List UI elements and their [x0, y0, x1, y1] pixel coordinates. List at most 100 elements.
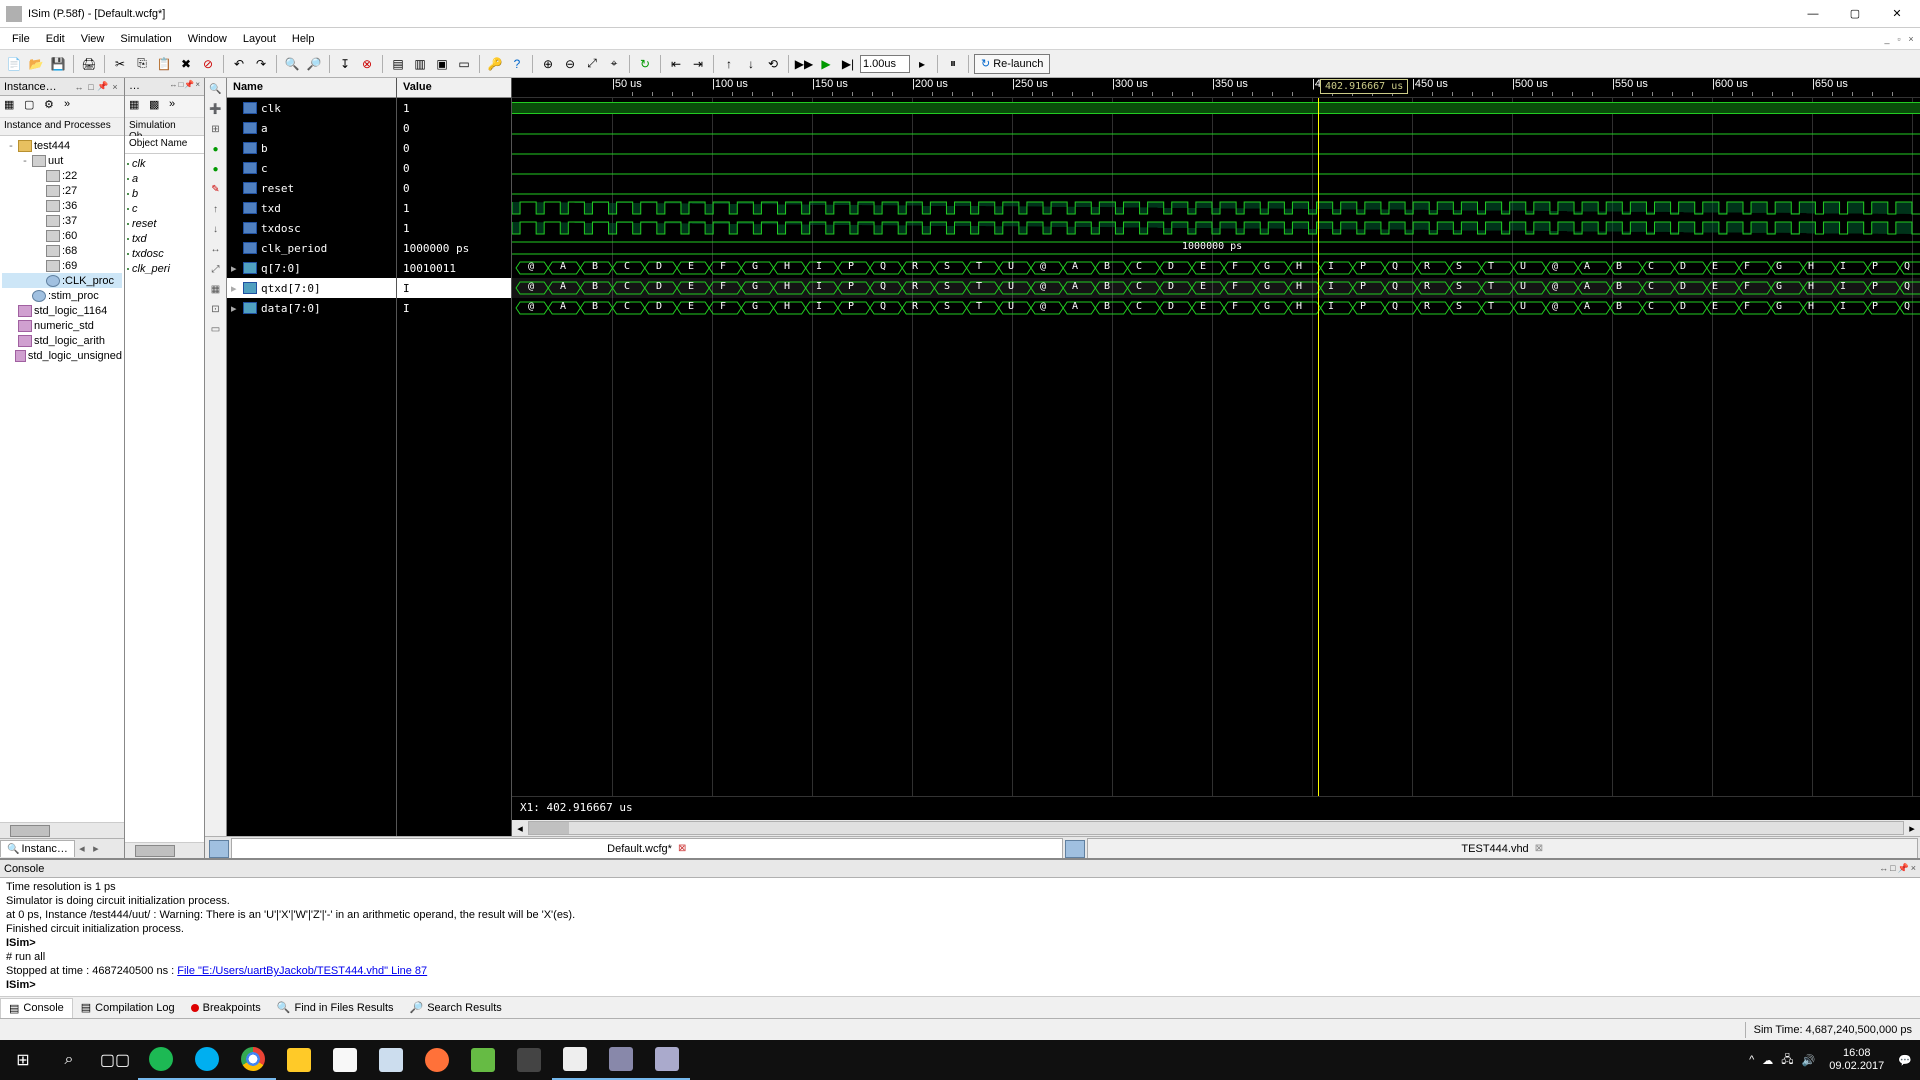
collapse-all-button[interactable]: ▢: [24, 98, 42, 116]
object-item[interactable]: txdosc: [127, 246, 202, 261]
waveform-canvas[interactable]: 402.916667 us |50 us|100 us|150 us|200 u…: [512, 78, 1920, 836]
tree-item[interactable]: :stim_proc: [2, 288, 122, 303]
tree-hscroll[interactable]: [0, 822, 124, 838]
window-tab[interactable]: ▭: [454, 54, 474, 74]
signal-name-row[interactable]: txd: [227, 198, 396, 218]
console-tab-breakpoints[interactable]: Breakpoints: [183, 999, 269, 1017]
side-up-icon[interactable]: ↑: [207, 200, 225, 218]
search-button[interactable]: ⌕: [46, 1040, 92, 1080]
window-tile-h[interactable]: ▤: [388, 54, 408, 74]
key-icon[interactable]: 🔑: [485, 54, 505, 74]
copy-button[interactable]: ⎘: [132, 54, 152, 74]
tray-caret-icon[interactable]: ^: [1749, 1054, 1754, 1066]
signal-name-row[interactable]: txdosc: [227, 218, 396, 238]
goto-button[interactable]: ↧: [335, 54, 355, 74]
console-tab-compilation[interactable]: ▤ Compilation Log: [73, 998, 183, 1017]
tab-scroll-left[interactable]: ◂: [75, 842, 89, 855]
side-extra-icon[interactable]: ▭: [207, 320, 225, 338]
tree-item[interactable]: -uut: [2, 153, 122, 168]
pause-button[interactable]: ⏸: [943, 54, 963, 74]
mdi-minimize-icon[interactable]: _: [1882, 34, 1892, 44]
object-item[interactable]: a: [127, 171, 202, 186]
side-marker-icon[interactable]: ✎: [207, 180, 225, 198]
zoom-in-button[interactable]: ⊕: [538, 54, 558, 74]
console-tab-find[interactable]: 🔍 Find in Files Results: [269, 998, 402, 1017]
zoom-cursor-button[interactable]: ⌖: [604, 54, 624, 74]
object-item[interactable]: b: [127, 186, 202, 201]
side-grid-icon[interactable]: ▦: [207, 280, 225, 298]
tray-volume-icon[interactable]: 🔊: [1802, 1054, 1816, 1067]
signal-name-row[interactable]: reset: [227, 178, 396, 198]
tray-clock[interactable]: 16:0809.02.2017: [1823, 1047, 1890, 1073]
mdi-restore-icon[interactable]: ▫: [1894, 34, 1904, 44]
console-tab-console[interactable]: ▤ Console: [0, 998, 73, 1018]
side-down-icon[interactable]: ↓: [207, 220, 225, 238]
tree-item[interactable]: :69: [2, 258, 122, 273]
mdi-close-icon[interactable]: ×: [1906, 34, 1916, 44]
side-add-icon[interactable]: ➕: [207, 100, 225, 118]
obj-more[interactable]: »: [169, 98, 187, 116]
tree-item[interactable]: std_logic_arith: [2, 333, 122, 348]
object-item[interactable]: clk: [127, 156, 202, 171]
file-tab-wcfg[interactable]: Default.wcfg*⊠: [231, 838, 1063, 858]
run-time-input[interactable]: [860, 55, 910, 73]
tab-scroll-right[interactable]: ▸: [89, 842, 103, 855]
tree-item[interactable]: :CLK_proc: [2, 273, 122, 288]
signal-name-row[interactable]: b: [227, 138, 396, 158]
minimize-button[interactable]: —: [1796, 4, 1830, 24]
signal-name-row[interactable]: clk: [227, 98, 396, 118]
taskview-button[interactable]: ▢▢: [92, 1040, 138, 1080]
signal-name-row[interactable]: clk_period: [227, 238, 396, 258]
start-button[interactable]: ⊞: [0, 1040, 46, 1080]
task-skype[interactable]: [184, 1040, 230, 1080]
console-file-link[interactable]: File "E:/Users/uartByJackob/TEST444.vhd"…: [177, 965, 427, 977]
pane-float-icon[interactable]: ↔: [74, 82, 84, 92]
signal-name-row[interactable]: a: [227, 118, 396, 138]
side-green-icon[interactable]: ●: [207, 140, 225, 158]
tree-item[interactable]: :22: [2, 168, 122, 183]
close-button[interactable]: ✕: [1880, 4, 1914, 24]
pane-max-icon[interactable]: □: [86, 82, 96, 92]
tree-item[interactable]: :68: [2, 243, 122, 258]
tree-item[interactable]: :60: [2, 228, 122, 243]
tree-item[interactable]: :36: [2, 198, 122, 213]
side-snap-icon[interactable]: ⊡: [207, 300, 225, 318]
maximize-button[interactable]: ▢: [1838, 4, 1872, 24]
tray-notifications-icon[interactable]: 💬: [1898, 1054, 1912, 1067]
tray-network-icon[interactable]: 🖧: [1781, 1051, 1793, 1070]
close-tab-icon[interactable]: ⊠: [678, 843, 686, 854]
tray-cloud-icon[interactable]: ☁: [1762, 1054, 1773, 1067]
object-item[interactable]: c: [127, 201, 202, 216]
task-app[interactable]: [460, 1040, 506, 1080]
cursor-prev[interactable]: ↑: [719, 54, 739, 74]
task-spotify[interactable]: [138, 1040, 184, 1080]
console-output[interactable]: Time resolution is 1 psSimulator is doin…: [0, 878, 1920, 996]
window-cascade[interactable]: ▣: [432, 54, 452, 74]
more-button[interactable]: »: [64, 98, 82, 116]
zoom-fit-button[interactable]: ⤢: [582, 54, 602, 74]
find-button[interactable]: 🔍: [282, 54, 302, 74]
run-all-button[interactable]: ▶▶: [794, 54, 814, 74]
tree-item[interactable]: std_logic_1164: [2, 303, 122, 318]
tree-item[interactable]: :27: [2, 183, 122, 198]
tree-item[interactable]: -test444: [2, 138, 122, 153]
cut-button[interactable]: ✂: [110, 54, 130, 74]
tree-item[interactable]: numeric_std: [2, 318, 122, 333]
tree-item[interactable]: :37: [2, 213, 122, 228]
signal-name-row[interactable]: ▸data[7:0]: [227, 298, 396, 318]
side-ruler-icon[interactable]: ↔: [207, 240, 225, 258]
signal-name-row[interactable]: ▸q[7:0]: [227, 258, 396, 278]
task-notepad[interactable]: [368, 1040, 414, 1080]
open-button[interactable]: 📂: [26, 54, 46, 74]
task-chrome[interactable]: [230, 1040, 276, 1080]
vhd-file-icon[interactable]: [1065, 840, 1085, 858]
menu-help[interactable]: Help: [284, 31, 323, 47]
run-for-button[interactable]: ▸: [912, 54, 932, 74]
cursor-next[interactable]: ↓: [741, 54, 761, 74]
filter-button[interactable]: ⚙: [44, 98, 62, 116]
pane-close-icon[interactable]: ×: [110, 82, 120, 92]
refresh-button[interactable]: ↻: [635, 54, 655, 74]
side-green2-icon[interactable]: ●: [207, 160, 225, 178]
step-button[interactable]: ▶|: [838, 54, 858, 74]
restart-button[interactable]: ⟲: [763, 54, 783, 74]
